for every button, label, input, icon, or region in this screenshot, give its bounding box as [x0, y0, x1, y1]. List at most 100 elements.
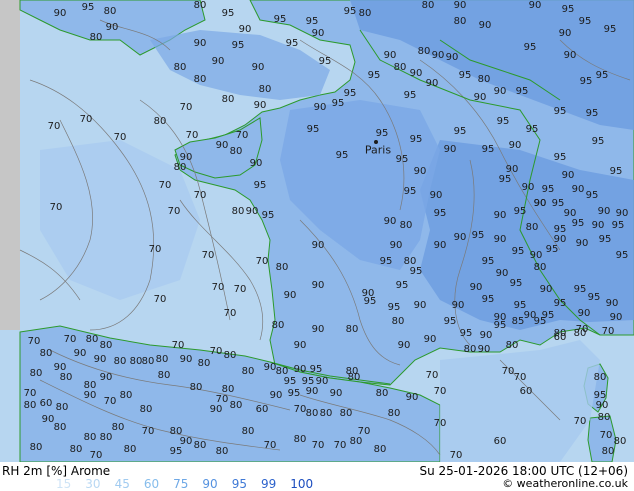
rh-value-label: 90 [591, 220, 605, 231]
rh-value-label: 90 [293, 340, 307, 351]
rh-value-label: 95 [481, 294, 495, 305]
rh-value-label: 90 [105, 22, 119, 33]
rh-value-label: 90 [413, 166, 427, 177]
rh-value-label: 90 [529, 250, 543, 261]
rh-value-label: 70 [433, 418, 447, 429]
rh-value-label: 95 [433, 208, 447, 219]
rh-value-label: 90 [215, 140, 229, 151]
rh-value-label: 90 [577, 308, 591, 319]
rh-value-label: 90 [283, 290, 297, 301]
rh-value-label: 90 [493, 86, 507, 97]
rh-value-label: 80 [393, 62, 407, 73]
rh-value-label: 95 [541, 184, 555, 195]
rh-value-label: 95 [395, 280, 409, 291]
rh-value-label: 90 [575, 238, 589, 249]
rh-value-label: 80 [421, 0, 435, 11]
rh-value-label: 95 [523, 42, 537, 53]
rh-value-label: 80 [55, 402, 69, 413]
rh-value-label: 90 [245, 206, 259, 217]
rh-value-label: 95 [573, 284, 587, 295]
rh-value-label: 90 [251, 62, 265, 73]
rh-value-label: 70 [167, 206, 181, 217]
rh-value-label: 95 [318, 56, 332, 67]
rh-value-label: 90 [405, 392, 419, 403]
rh-value-label: 80 [193, 0, 207, 11]
rh-value-label: 80 [215, 446, 229, 457]
rh-value-label: 80 [173, 162, 187, 173]
rh-value-label: 95 [409, 134, 423, 145]
rh-value-label: 90 [533, 198, 547, 209]
rh-value-label: 95 [481, 256, 495, 267]
rh-value-label: 95 [403, 90, 417, 101]
rh-value-label: 70 [573, 416, 587, 427]
rh-value-label: 95 [609, 166, 623, 177]
rh-value-label: 80 [399, 220, 413, 231]
rh-value-label: 95 [305, 16, 319, 27]
rh-value-label: 80 [358, 8, 372, 19]
rh-value-label: 95 [273, 14, 287, 25]
rh-value-label: 80 [99, 340, 113, 351]
rh-value-label: 95 [231, 40, 245, 51]
rh-value-label: 90 [495, 268, 509, 279]
rh-value-label: 80 [39, 348, 53, 359]
rh-value-label: 70 [79, 114, 93, 125]
rh-value-label: 70 [171, 340, 185, 351]
rh-value-label: 70 [113, 132, 127, 143]
rh-value-label: 80 [99, 432, 113, 443]
rh-value-label: 80 [141, 356, 155, 367]
rh-value-label: 80 [417, 46, 431, 57]
rh-value-label: 95 [551, 198, 565, 209]
rh-value-label: 90 [383, 50, 397, 61]
rh-value-label: 80 [593, 372, 607, 383]
rh-value-label: 70 [501, 366, 515, 377]
rh-value-label: 80 [53, 422, 67, 433]
copyright-link[interactable]: © weatheronline.co.uk [502, 477, 628, 490]
legend-item: 30 [85, 477, 101, 491]
rh-value-label: 90 [311, 280, 325, 291]
rh-value-label: 95 [561, 4, 575, 15]
rh-value-label: 90 [563, 50, 577, 61]
rh-value-label: 80 [129, 356, 143, 367]
rh-value-label: 90 [73, 348, 87, 359]
rh-value-label: 95 [611, 220, 625, 231]
rh-value-label: 90 [423, 334, 437, 345]
rh-value-label: 90 [211, 56, 225, 67]
map-title: RH 2m [%] Arome [2, 464, 111, 478]
rh-value-label: 90 [293, 364, 307, 375]
rh-value-label: 95 [443, 316, 457, 327]
rh-value-label: 80 [113, 356, 127, 367]
rh-value-label: 90 [263, 362, 277, 373]
legend-item: 95 [231, 477, 247, 491]
rh-value-label: 80 [241, 426, 255, 437]
rh-value-label: 95 [283, 376, 297, 387]
rh-value-label: 95 [403, 186, 417, 197]
rh-value-label: 80 [69, 444, 83, 455]
rh-value-label: 60 [493, 436, 507, 447]
rh-value-label: 80 [193, 440, 207, 451]
rh-value-label: 90 [313, 102, 327, 113]
rh-value-label: 95 [595, 70, 609, 81]
rh-value-label: 70 [263, 440, 277, 451]
rh-value-label: 70 [235, 130, 249, 141]
rh-value-label: 90 [383, 216, 397, 227]
rh-value-label: 95 [261, 210, 275, 221]
rh-value-label: 90 [539, 284, 553, 295]
rh-value-label: 80 [173, 62, 187, 73]
rh-value-label: 70 [449, 450, 463, 461]
rh-value-label: 70 [293, 404, 307, 415]
rh-value-label: 80 [533, 262, 547, 273]
rh-value-label: 80 [275, 262, 289, 273]
rh-value-label: 80 [103, 6, 117, 17]
rh-value-label: 70 [153, 294, 167, 305]
rh-value-label: 70 [599, 430, 613, 441]
sea-patch-south [440, 340, 600, 462]
rh-value-label: 95 [498, 174, 512, 185]
rh-value-label: 70 [89, 450, 103, 461]
rh-value-label: 90 [425, 78, 439, 89]
rh-value-label: 90 [451, 300, 465, 311]
rh-value-label: 80 [453, 16, 467, 27]
rh-value-label: 90 [209, 404, 223, 415]
rh-value-label: 95 [571, 218, 585, 229]
rh-value-label: 80 [23, 400, 37, 411]
rh-value-label: 80 [505, 340, 519, 351]
